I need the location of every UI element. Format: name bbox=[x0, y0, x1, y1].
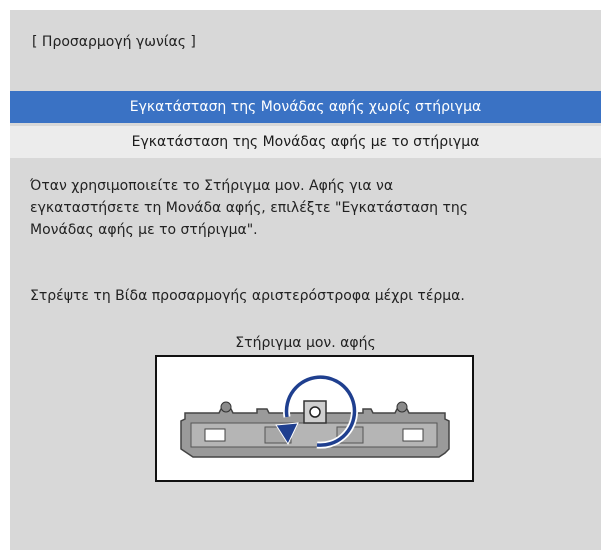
description-line: εγκαταστήσετε τη Μονάδα αφής, επιλέξτε "… bbox=[30, 200, 468, 216]
description-text: Όταν χρησιμοποιείτε το Στήριγμα μον. Αφή… bbox=[30, 175, 580, 241]
description-line: Μονάδας αφής με το στήριγμα". bbox=[30, 222, 258, 238]
adjustment-screw bbox=[309, 406, 321, 418]
menu-item-label: Εγκατάσταση της Μονάδας αφής με το στήρι… bbox=[131, 134, 480, 150]
bracket-screw bbox=[396, 401, 408, 413]
figure-label: Στήριγμα μον. αφής bbox=[235, 335, 376, 351]
menu-item-install-with-bracket[interactable]: Εγκατάσταση της Μονάδας αφής με το στήρι… bbox=[10, 126, 601, 158]
instruction-text: Στρέψτε τη Βίδα προσαρμογής αριστερόστρο… bbox=[30, 288, 465, 304]
dialog-title: [ Προσαρμογή γωνίας ] bbox=[32, 34, 196, 50]
bracket-slot bbox=[204, 428, 226, 442]
bracket-slot bbox=[402, 428, 424, 442]
menu-item-install-without-bracket[interactable]: Εγκατάσταση της Μονάδας αφής χωρίς στήρι… bbox=[10, 91, 601, 123]
bracket-illustration bbox=[155, 355, 474, 482]
menu-item-label: Εγκατάσταση της Μονάδας αφής χωρίς στήρι… bbox=[129, 99, 482, 115]
description-line: Όταν χρησιμοποιείτε το Στήριγμα μον. Αφή… bbox=[30, 178, 394, 194]
bracket-drawing bbox=[180, 373, 450, 458]
bracket-screw bbox=[220, 401, 232, 413]
dialog-panel: [ Προσαρμογή γωνίας ] Εγκατάσταση της Μο… bbox=[10, 10, 601, 550]
bracket-channel bbox=[190, 422, 438, 448]
